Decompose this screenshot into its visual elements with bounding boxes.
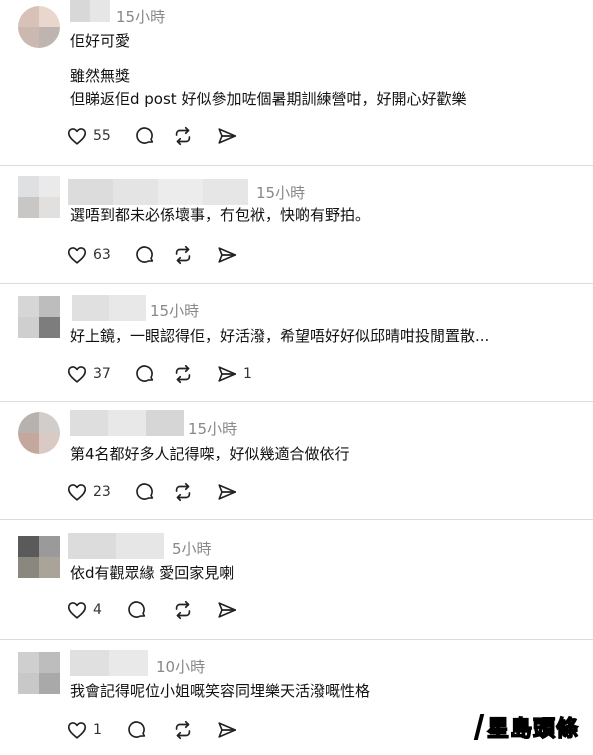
send-arrow-icon (218, 247, 237, 263)
like-count: 37 (93, 366, 111, 382)
repost-arrows-icon (175, 600, 191, 620)
reply-button[interactable] (134, 124, 172, 148)
repost-arrows-icon (175, 720, 191, 740)
username-blurred[interactable] (68, 533, 164, 559)
like-button[interactable]: 37 (66, 362, 134, 386)
heart-icon (67, 722, 87, 739)
comment-post: 15小時 第4名都好多人記得㗎，好似幾適合做依行 23 (0, 402, 593, 520)
username-blurred[interactable] (70, 410, 184, 436)
repost-button[interactable] (172, 718, 216, 742)
comment-bubble-icon (136, 246, 154, 263)
comment-text-line: 好上鏡，一眼認得佢，好活潑，希望唔好好似邱晴咁投閒置散... (70, 327, 490, 345)
action-bar: 4 (66, 598, 238, 622)
like-count: 1 (93, 722, 102, 738)
heart-icon (67, 602, 87, 619)
heart-icon (67, 366, 87, 383)
comment-bubble-icon (136, 483, 154, 500)
avatar[interactable] (18, 536, 60, 578)
timestamp: 15小時 (188, 420, 238, 438)
repost-button[interactable] (172, 480, 216, 504)
heart-icon (67, 247, 87, 264)
avatar[interactable] (18, 6, 60, 48)
comment-bubble-icon (136, 365, 154, 382)
send-arrow-icon (218, 722, 237, 738)
heart-icon (67, 128, 87, 145)
watermark-text: 星島頭條 (486, 715, 579, 742)
share-button[interactable] (216, 718, 238, 742)
comment-text-line: 我會記得呢位小姐嘅笑容同埋樂天活潑嘅性格 (70, 682, 371, 700)
timestamp: 10小時 (156, 658, 206, 676)
like-button[interactable]: 63 (66, 243, 134, 267)
send-arrow-icon (218, 366, 237, 382)
comment-text-line: 選唔到都未必係壞事，冇包袱，快啲有野拍。 (70, 206, 371, 224)
action-bar: 37 1 (66, 362, 252, 386)
action-bar: 55 (66, 124, 238, 148)
action-bar: 63 (66, 243, 238, 267)
timestamp: 15小時 (116, 8, 166, 26)
comment-post: 15小時 佢好可愛 雖然無獎 但睇返佢d post 好似參加咗個暑期訓練營咁，好… (0, 0, 593, 166)
reply-button[interactable] (126, 718, 172, 742)
action-bar: 23 (66, 480, 238, 504)
reply-button[interactable] (134, 243, 172, 267)
repost-button[interactable] (172, 598, 216, 622)
repost-arrows-icon (175, 364, 191, 384)
timestamp: 15小時 (150, 302, 200, 320)
like-count: 55 (93, 128, 111, 144)
comment-text-line: 依d有觀眾緣 愛回家見喇 (70, 564, 235, 582)
timestamp: 15小時 (256, 184, 306, 202)
comment-post: 15小時 選唔到都未必係壞事，冇包袱，快啲有野拍。 63 (0, 166, 593, 284)
comment-text-line: 但睇返佢d post 好似參加咗個暑期訓練營咁，好開心好歡樂 (70, 90, 467, 108)
comment-post: 5小時 依d有觀眾緣 愛回家見喇 4 (0, 520, 593, 640)
send-arrow-icon (218, 128, 237, 144)
reply-button[interactable] (134, 362, 172, 386)
avatar[interactable] (18, 296, 60, 338)
share-button[interactable] (216, 124, 238, 148)
repost-arrows-icon (175, 482, 191, 502)
comment-bubble-icon (128, 601, 146, 618)
repost-arrows-icon (175, 245, 191, 265)
avatar[interactable] (18, 652, 60, 694)
like-button[interactable]: 23 (66, 480, 134, 504)
comment-text-line: 第4名都好多人記得㗎，好似幾適合做依行 (70, 445, 350, 463)
like-count: 4 (93, 602, 102, 618)
heart-icon (67, 484, 87, 501)
share-button[interactable] (216, 480, 238, 504)
comment-post: 15小時 好上鏡，一眼認得佢，好活潑，希望唔好好似邱晴咁投閒置散... 37 1 (0, 284, 593, 402)
comment-text-line: 佢好可愛 (70, 32, 131, 50)
like-button[interactable]: 1 (66, 718, 126, 742)
comment-bubble-icon (128, 721, 146, 738)
action-bar: 1 (66, 718, 238, 742)
share-count: 1 (243, 366, 252, 382)
like-count: 63 (93, 247, 111, 263)
comment-bubble-icon (136, 127, 154, 144)
send-arrow-icon (218, 602, 237, 618)
repost-button[interactable] (172, 124, 216, 148)
reply-button[interactable] (134, 480, 172, 504)
like-button[interactable]: 4 (66, 598, 126, 622)
like-button[interactable]: 55 (66, 124, 134, 148)
username-blurred[interactable] (70, 650, 148, 676)
repost-button[interactable] (172, 362, 216, 386)
share-button[interactable] (216, 598, 238, 622)
avatar[interactable] (18, 176, 60, 218)
timestamp: 5小時 (172, 540, 212, 558)
send-arrow-icon (218, 484, 237, 500)
repost-button[interactable] (172, 243, 216, 267)
username-blurred[interactable] (70, 0, 110, 22)
avatar[interactable] (18, 412, 60, 454)
reply-button[interactable] (126, 598, 172, 622)
like-count: 23 (93, 484, 111, 500)
share-button[interactable]: 1 (216, 362, 252, 386)
share-button[interactable] (216, 243, 238, 267)
username-blurred[interactable] (72, 295, 146, 321)
repost-arrows-icon (175, 126, 191, 146)
watermark-logo: 星島頭條 (473, 711, 579, 743)
